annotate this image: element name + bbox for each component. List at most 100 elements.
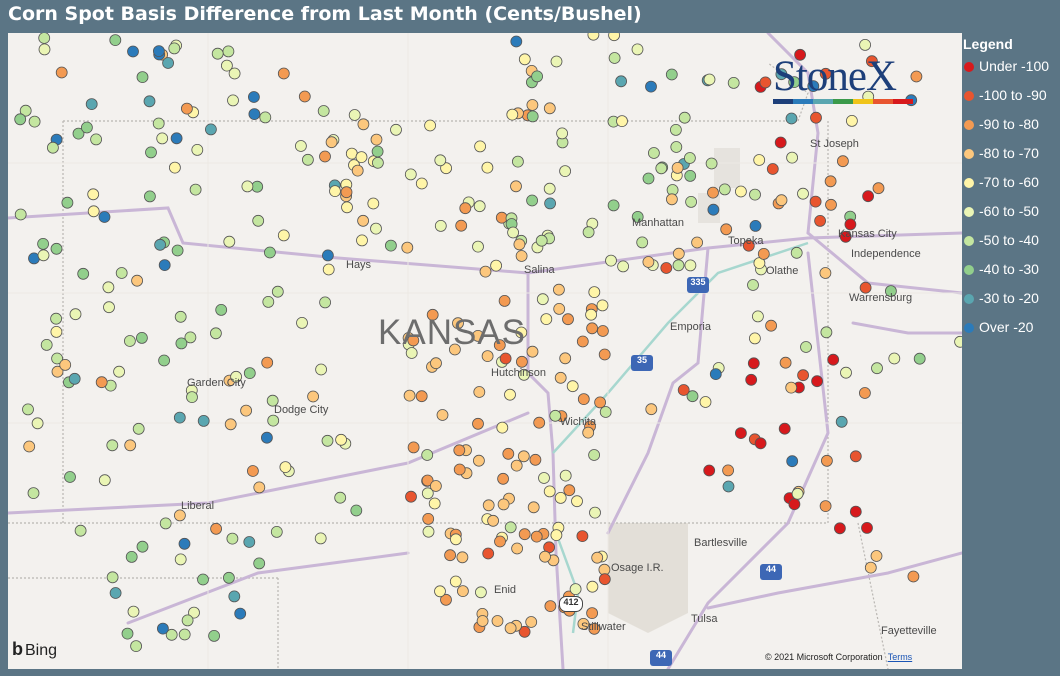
basis-point-marker[interactable] [861,521,873,534]
basis-point-marker[interactable] [247,91,260,103]
basis-point-marker[interactable] [69,308,82,321]
basis-point-marker[interactable] [473,386,486,398]
basis-point-marker[interactable] [434,219,447,232]
basis-point-marker[interactable] [422,525,435,538]
basis-point-marker[interactable] [178,537,191,550]
basis-point-marker[interactable] [87,205,100,218]
basis-point-marker[interactable] [511,155,524,168]
basis-point-marker[interactable] [504,388,516,401]
basis-point-marker[interactable] [422,512,435,525]
basis-point-marker[interactable] [497,472,510,485]
basis-point-marker[interactable] [223,235,236,248]
basis-point-marker[interactable] [50,242,63,255]
basis-point-marker[interactable] [607,199,620,212]
basis-point-marker[interactable] [348,109,361,121]
basis-point-marker[interactable] [785,381,798,394]
basis-point-marker[interactable] [222,571,235,584]
basis-point-marker[interactable] [473,200,486,213]
basis-point-marker[interactable] [582,226,595,239]
basis-point-marker[interactable] [168,161,181,174]
basis-point-marker[interactable] [608,52,621,64]
basis-point-marker[interactable] [243,536,256,548]
basis-point-marker[interactable] [401,241,414,254]
basis-point-marker[interactable] [598,573,611,586]
basis-point-marker[interactable] [631,43,644,56]
legend-item[interactable]: -90 to -80 [963,116,1060,145]
basis-point-marker[interactable] [115,267,128,279]
basis-point-marker[interactable] [227,94,239,107]
basis-point-marker[interactable] [820,326,833,339]
map-view[interactable]: KANSAS St Joseph Manhattan Topeka Kansas… [8,33,962,669]
basis-point-marker[interactable] [178,628,191,641]
basis-point-marker[interactable] [655,162,668,175]
basis-point-marker[interactable] [703,73,716,86]
basis-point-marker[interactable] [59,358,72,371]
basis-point-marker[interactable] [586,607,598,619]
basis-point-marker[interactable] [456,551,469,564]
basis-point-marker[interactable] [355,151,368,163]
basis-point-marker[interactable] [554,371,567,384]
legend-item[interactable]: -100 to -90 [963,87,1060,116]
basis-point-marker[interactable] [569,583,582,595]
basis-point-marker[interactable] [720,223,733,236]
basis-point-marker[interactable] [846,115,858,127]
basis-point-marker[interactable] [329,185,341,198]
basis-point-marker[interactable] [490,259,503,272]
basis-point-marker[interactable] [224,418,237,431]
basis-point-marker[interactable] [747,279,759,291]
basis-point-marker[interactable] [665,68,678,81]
basis-point-marker[interactable] [356,234,368,247]
basis-point-marker[interactable] [754,437,767,450]
basis-point-marker[interactable] [531,70,543,83]
basis-point-marker[interactable] [98,211,111,223]
basis-point-marker[interactable] [779,356,792,369]
basis-point-marker[interactable] [428,497,441,510]
basis-point-marker[interactable] [64,471,76,483]
basis-point-marker[interactable] [888,352,901,365]
basis-point-marker[interactable] [571,495,583,508]
basis-point-marker[interactable] [785,112,798,125]
basis-point-marker[interactable] [814,214,826,227]
basis-point-marker[interactable] [472,240,484,253]
basis-point-marker[interactable] [753,154,766,166]
basis-point-marker[interactable] [559,165,571,178]
basis-point-marker[interactable] [340,186,353,199]
basis-point-marker[interactable] [670,124,682,136]
basis-point-marker[interactable] [180,102,193,115]
basis-point-marker[interactable] [152,45,165,58]
basis-point-marker[interactable] [559,469,572,482]
basis-point-marker[interactable] [582,426,595,439]
basis-point-marker[interactable] [722,464,734,477]
basis-point-marker[interactable] [556,127,568,140]
basis-point-marker[interactable] [705,157,718,170]
basis-point-marker[interactable] [510,459,523,472]
basis-point-marker[interactable] [453,463,466,476]
basis-point-marker[interactable] [28,115,41,128]
basis-point-marker[interactable] [429,480,442,492]
basis-point-marker[interactable] [759,76,772,89]
basis-point-marker[interactable] [154,238,167,251]
basis-point-marker[interactable] [106,439,119,452]
basis-point-marker[interactable] [616,115,628,127]
basis-point-marker[interactable] [74,524,87,537]
basis-point-marker[interactable] [526,345,539,358]
basis-point-marker[interactable] [718,183,731,196]
basis-point-marker[interactable] [778,422,791,435]
basis-point-marker[interactable] [113,365,125,378]
basis-point-marker[interactable] [208,630,221,642]
basis-point-marker[interactable] [246,465,259,477]
basis-point-marker[interactable] [788,498,801,511]
basis-point-marker[interactable] [526,99,539,111]
basis-point-marker[interactable] [130,640,143,652]
basis-point-marker[interactable] [553,283,565,296]
basis-point-marker[interactable] [31,417,44,430]
basis-point-marker[interactable] [491,615,504,627]
basis-point-marker[interactable] [504,521,517,534]
basis-point-marker[interactable] [226,532,239,545]
basis-point-marker[interactable] [186,391,198,404]
basis-point-marker[interactable] [315,363,328,376]
basis-point-marker[interactable] [516,355,528,368]
basis-point-marker[interactable] [449,575,462,588]
basis-point-marker[interactable] [550,529,563,542]
basis-point-marker[interactable] [543,485,556,498]
